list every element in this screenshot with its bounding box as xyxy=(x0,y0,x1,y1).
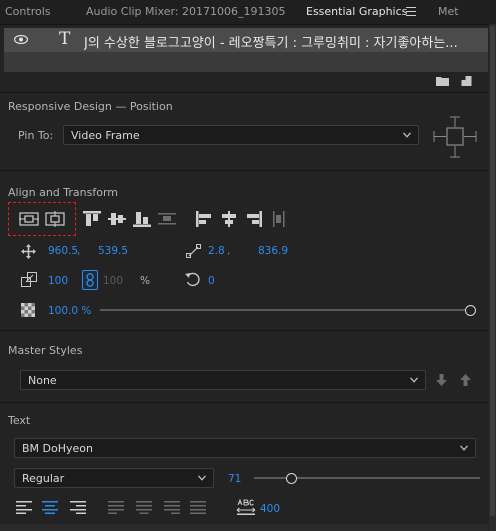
eye-icon[interactable] xyxy=(14,35,28,44)
text-layer-icon: T xyxy=(59,29,71,49)
scale-height-value: 100 xyxy=(103,275,124,287)
scale-percent-label: % xyxy=(140,275,150,287)
position-x-value[interactable]: 960.5 xyxy=(48,245,78,257)
tab-controls[interactable]: Controls xyxy=(5,0,51,24)
chevron-down-icon xyxy=(460,445,468,451)
push-up-arrow-icon xyxy=(460,374,471,386)
font-style-select[interactable]: Regular xyxy=(14,468,214,488)
position-y-value[interactable]: 539.5 xyxy=(98,245,128,257)
tracking-icon xyxy=(236,499,256,515)
font-size-value[interactable]: 71 xyxy=(228,473,241,485)
align-vertical-center-frame-icon[interactable] xyxy=(19,211,39,227)
chain-link-icon xyxy=(86,273,94,287)
new-group-icon[interactable] xyxy=(436,76,449,86)
anchor-point-icon xyxy=(186,244,201,258)
panel-menu-icon[interactable] xyxy=(406,7,416,16)
master-styles-value: None xyxy=(28,374,57,387)
tracking-value[interactable]: 400 xyxy=(260,503,280,515)
align-bottom-icon[interactable] xyxy=(132,210,152,228)
responsive-design-title: Responsive Design — Position xyxy=(8,100,173,113)
opacity-slider-handle[interactable] xyxy=(465,305,476,316)
justify-last-left-icon xyxy=(108,501,124,514)
layer-name: J의 수상한 블로그고양이 - 레오짱특기 : 그루밍취미 : 자기좋아하는..… xyxy=(84,36,458,51)
layer-list-area xyxy=(4,52,488,72)
pin-edges-icon[interactable] xyxy=(430,113,480,161)
divider xyxy=(0,402,488,403)
align-left-icon[interactable] xyxy=(195,210,213,228)
tab-bar: Controls Audio Clip Mixer: 20171006_1913… xyxy=(0,0,496,25)
tab-metadata[interactable]: Met xyxy=(438,0,459,24)
layer-row[interactable]: T J의 수상한 블로그고양이 - 레오짱특기 : 그루밍취미 : 자기좋아하는… xyxy=(4,28,488,52)
divider xyxy=(0,330,488,331)
align-horizontal-center-icon[interactable] xyxy=(220,210,238,228)
align-text-left-icon[interactable] xyxy=(16,501,32,514)
panel-scrollbar-thumb[interactable] xyxy=(490,26,495,516)
text-section-title: Text xyxy=(8,414,31,427)
scale-icon xyxy=(21,272,37,287)
justify-all-icon xyxy=(190,501,206,514)
opacity-checker-icon xyxy=(21,303,35,317)
opacity-slider-track[interactable] xyxy=(100,309,468,311)
chevron-down-icon xyxy=(410,377,418,383)
anchor-x-value[interactable]: 2.8 xyxy=(208,245,225,257)
align-transform-title: Align and Transform xyxy=(8,186,118,199)
justify-last-right-icon xyxy=(164,501,180,514)
distribute-vertical-icon xyxy=(158,213,176,225)
new-layer-icon[interactable] xyxy=(460,76,473,86)
divider xyxy=(0,92,488,93)
position-separator: , xyxy=(77,245,81,257)
pin-to-select[interactable]: Video Frame xyxy=(63,125,419,145)
anchor-separator: , xyxy=(227,245,231,257)
align-text-center-icon[interactable] xyxy=(42,501,58,514)
master-styles-title: Master Styles xyxy=(8,344,83,357)
link-scale-toggle[interactable] xyxy=(82,270,98,290)
rotation-icon xyxy=(185,272,200,287)
panel-bottom-edge xyxy=(0,524,488,531)
font-family-select[interactable]: BM DoHyeon xyxy=(14,438,476,458)
align-text-right-icon[interactable] xyxy=(70,501,86,514)
anchor-y-value[interactable]: 836.9 xyxy=(258,245,288,257)
scale-value[interactable]: 100 xyxy=(48,275,68,287)
rotation-value[interactable]: 0 xyxy=(208,275,215,287)
font-family-value: BM DoHyeon xyxy=(22,442,93,455)
align-vertical-center-icon[interactable] xyxy=(107,210,127,228)
distribute-horizontal-icon xyxy=(273,211,285,227)
align-right-icon[interactable] xyxy=(245,210,263,228)
chevron-down-icon xyxy=(403,132,411,138)
divider xyxy=(0,170,488,171)
push-down-arrow-icon xyxy=(436,374,447,386)
opacity-value[interactable]: 100.0 % xyxy=(48,305,91,317)
justify-last-center-icon xyxy=(136,501,152,514)
align-top-icon[interactable] xyxy=(82,210,102,228)
align-horizontal-center-frame-icon[interactable] xyxy=(45,211,65,227)
pin-to-value: Video Frame xyxy=(71,129,140,142)
position-move-icon xyxy=(21,244,36,259)
tab-essential-graphics[interactable]: Essential Graphics xyxy=(306,0,407,24)
font-style-value: Regular xyxy=(22,472,65,485)
master-styles-select[interactable]: None xyxy=(20,370,426,390)
tab-audio-clip-mixer[interactable]: Audio Clip Mixer: 20171006_191305 xyxy=(86,0,286,24)
pin-to-label: Pin To: xyxy=(18,129,54,142)
font-size-slider-handle[interactable] xyxy=(286,473,297,484)
chevron-down-icon xyxy=(198,475,206,481)
